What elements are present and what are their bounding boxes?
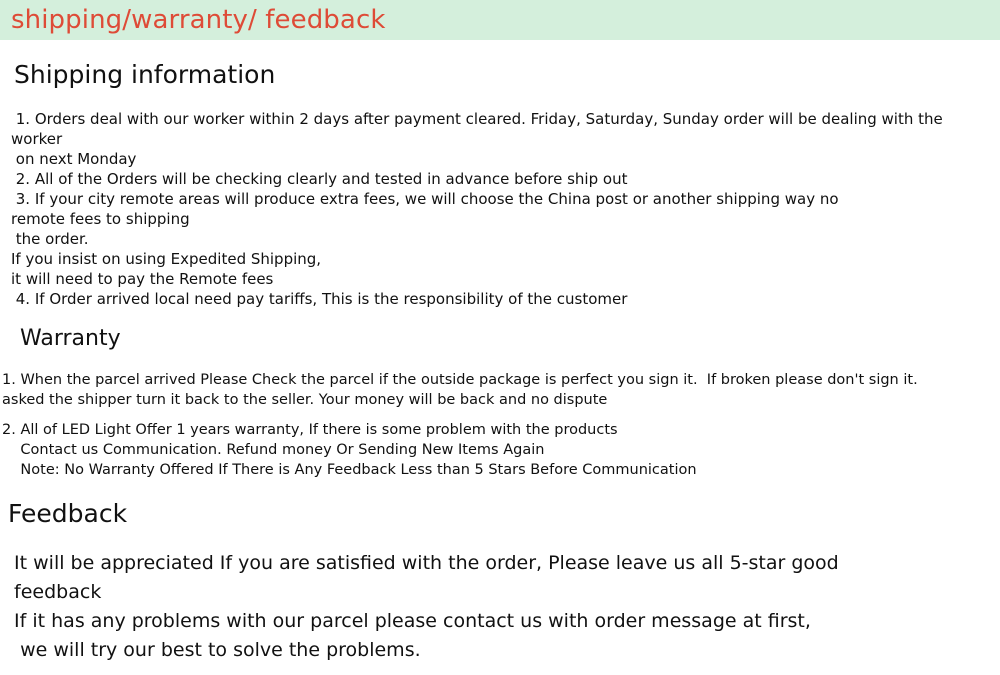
banner-title: shipping/warranty/ feedback [11, 5, 386, 35]
shipping-heading: Shipping information [14, 59, 276, 89]
warranty-line: Note: No Warranty Offered If There is An… [2, 461, 697, 478]
shipping-line: 1. Orders deal with our worker within 2 … [11, 110, 943, 128]
shipping-line: 4. If Order arrived local need pay tarif… [11, 290, 628, 308]
page-content: Shipping information 1. Orders deal with… [0, 61, 1000, 665]
warranty-spacer [2, 410, 1000, 420]
page-banner: shipping/warranty/ feedback [0, 0, 1000, 40]
feedback-line: It will be appreciated If you are satisf… [8, 551, 839, 574]
shipping-line: it will need to pay the Remote fees [11, 270, 274, 288]
feedback-line: we will try our best to solve the proble… [8, 638, 421, 661]
shipping-line: remote fees to shipping [11, 210, 190, 228]
shipping-line: 3. If your city remote areas will produc… [11, 190, 839, 208]
shipping-line: worker [11, 130, 63, 148]
warranty-section: Warranty 1. When the parcel arrived Plea… [0, 327, 1000, 479]
warranty-text-block: 1. When the parcel arrived Please Check … [2, 370, 1000, 480]
shipping-line: the order. [11, 230, 89, 248]
shipping-line: 2. All of the Orders will be checking cl… [11, 170, 628, 188]
warranty-line: 1. When the parcel arrived Please Check … [2, 371, 918, 388]
shipping-text-block: 1. Orders deal with our worker within 2 … [11, 109, 1000, 309]
warranty-line: asked the shipper turn it back to the se… [2, 391, 608, 408]
shipping-line: on next Monday [11, 150, 137, 168]
feedback-section: Feedback It will be appreciated If you a… [0, 500, 1000, 664]
shipping-section: Shipping information 1. Orders deal with… [0, 61, 1000, 309]
feedback-line: If it has any problems with our parcel p… [8, 609, 811, 632]
feedback-text-block: It will be appreciated If you are satisf… [8, 549, 1000, 665]
feedback-heading: Feedback [8, 499, 128, 529]
feedback-line: feedback [8, 580, 102, 603]
warranty-line: Contact us Communication. Refund money O… [2, 441, 545, 458]
warranty-line: 2. All of LED Light Offer 1 years warran… [2, 421, 618, 438]
warranty-heading: Warranty [20, 326, 121, 352]
shipping-line: If you insist on using Expedited Shippin… [11, 250, 322, 268]
